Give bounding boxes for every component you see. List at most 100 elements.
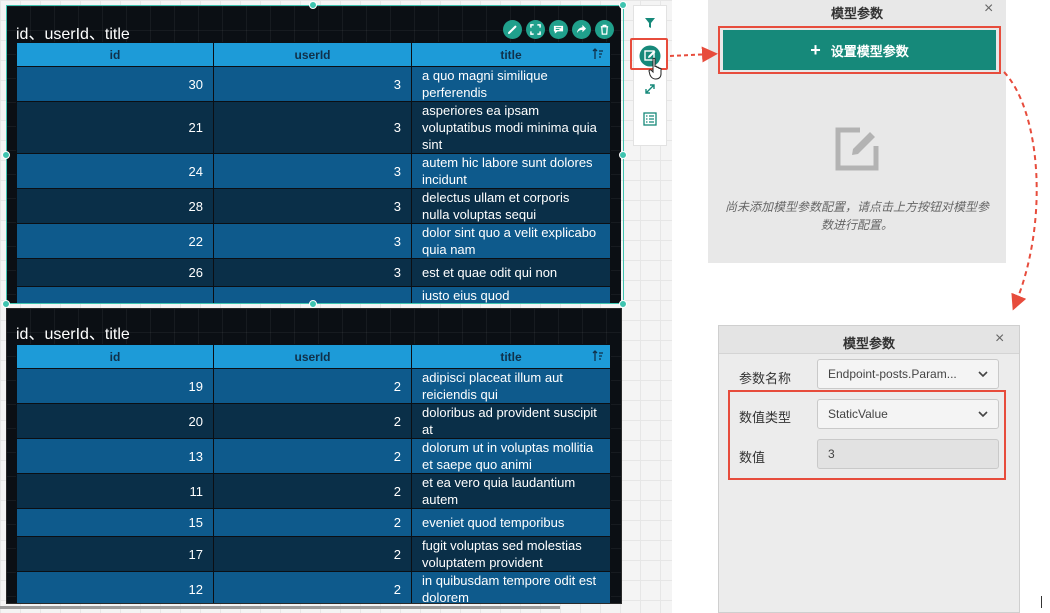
cell-id: 20 <box>16 403 214 439</box>
data-table: id userId title 30 3 a quo magni similiq… <box>16 42 611 303</box>
cell-userid: 3 <box>213 153 412 189</box>
cell-title: adipisci placeat illum aut reiciendis qu… <box>411 368 611 404</box>
cell-id: 12 <box>16 571 214 604</box>
model-params-panel: 模型参数 × + 设置模型参数 尚未添加模型参数配置，请点击上方按钮对模型参数进… <box>708 0 1006 263</box>
highlight-frame <box>718 26 1001 74</box>
empty-state-text: 尚未添加模型参数配置，请点击上方按钮对模型参数进行配置。 <box>724 200 989 232</box>
cell-title: et ea vero quia laudantium autem <box>411 473 611 509</box>
table-row[interactable]: 11 2 et ea vero quia laudantium autem <box>16 473 611 509</box>
table-row[interactable]: 19 2 adipisci placeat illum aut reiciend… <box>16 368 611 404</box>
widget-title: id、userId、title <box>16 326 130 343</box>
cell-userid: 3 <box>213 66 412 102</box>
cell-title: fugit voluptas sed molestias voluptatem … <box>411 536 611 572</box>
resize-handle-top-right[interactable] <box>619 1 627 9</box>
horizontal-scrollbar[interactable] <box>0 606 560 609</box>
resize-handle-top[interactable] <box>309 1 317 9</box>
cell-title: eveniet quod temporibus <box>411 508 611 537</box>
cell-userid: 3 <box>213 188 412 224</box>
comment-icon[interactable] <box>549 20 568 39</box>
table-row[interactable]: 20 2 doloribus ad provident suscipit at <box>16 403 611 439</box>
table-row[interactable]: 13 2 dolorum ut in voluptas mollitia et … <box>16 438 611 474</box>
share-icon[interactable] <box>572 20 591 39</box>
param-name-select[interactable]: Endpoint-posts.Param... <box>817 359 999 389</box>
cell-id: 21 <box>16 101 214 154</box>
cell-userid: 2 <box>213 403 412 439</box>
cell-id: 15 <box>16 508 214 537</box>
cell-id: 24 <box>16 153 214 189</box>
cell-id: 13 <box>16 438 214 474</box>
column-header-title[interactable]: title <box>411 344 611 369</box>
expand-icon[interactable] <box>526 20 545 39</box>
table-row[interactable]: 21 3 asperiores ea ipsam voluptatibus mo… <box>16 101 611 154</box>
cell-id: 30 <box>16 66 214 102</box>
table-row[interactable]: 22 3 dolor sint quo a velit explicabo qu… <box>16 223 611 259</box>
resize-handle-left[interactable] <box>2 151 10 159</box>
column-header-title[interactable]: title <box>411 42 611 67</box>
panel-title: 模型参数 <box>830 6 883 21</box>
cell-title: est et quae odit qui non <box>411 258 611 287</box>
highlight-frame <box>728 390 1006 480</box>
cell-id: 26 <box>16 258 214 287</box>
resize-handle-right[interactable] <box>619 151 627 159</box>
resize-handle-bottom-right[interactable] <box>619 300 627 308</box>
cell-userid: 3 <box>213 101 412 154</box>
data-table: id userId title 19 2 adipisci placeat il… <box>16 344 611 604</box>
cell-title: dolor sint quo a velit explicabo quia na… <box>411 223 611 259</box>
close-icon[interactable]: × <box>995 330 1004 348</box>
cell-id: 19 <box>16 368 214 404</box>
table-row[interactable]: 12 2 in quibusdam tempore odit est dolor… <box>16 571 611 604</box>
table-header-row: id userId title <box>16 42 611 67</box>
panel-header: 模型参数 × <box>719 326 1019 354</box>
table-row[interactable]: 15 2 eveniet quod temporibus <box>16 508 611 537</box>
cell-userid: 2 <box>213 571 412 604</box>
cell-userid: 3 <box>213 258 412 287</box>
cell-title: delectus ullam et corporis nulla volupta… <box>411 188 611 224</box>
trash-icon[interactable] <box>595 20 614 39</box>
column-header-title-label: title <box>500 349 522 364</box>
close-icon[interactable]: × <box>984 0 993 18</box>
table-row[interactable]: 17 2 fugit voluptas sed molestias volupt… <box>16 536 611 572</box>
table-widget-2[interactable]: id、userId、title id userId title 19 2 adi… <box>6 308 621 604</box>
column-header-id[interactable]: id <box>16 42 214 67</box>
cell-id <box>16 286 214 303</box>
cell-userid: 3 <box>213 223 412 259</box>
cell-id: 11 <box>16 473 214 509</box>
sort-icon[interactable] <box>592 48 604 60</box>
cell-title: doloribus ad provident suscipit at <box>411 403 611 439</box>
text-cursor <box>1041 596 1042 608</box>
table-row[interactable]: 28 3 delectus ullam et corporis nulla vo… <box>16 188 611 224</box>
filter-icon[interactable] <box>634 8 666 38</box>
cell-userid: 2 <box>213 473 412 509</box>
resize-handle-bottom[interactable] <box>309 300 317 308</box>
cell-title: autem hic labore sunt dolores incidunt <box>411 153 611 189</box>
sort-icon[interactable] <box>592 350 604 362</box>
param-name-value: Endpoint-posts.Param... <box>828 367 957 381</box>
table-row[interactable]: 26 3 est et quae odit qui non <box>16 258 611 287</box>
resize-handle-bottom-left[interactable] <box>2 300 10 308</box>
column-header-userid[interactable]: userId <box>213 344 412 369</box>
cell-userid: 2 <box>213 536 412 572</box>
column-header-title-label: title <box>500 47 522 62</box>
cell-id: 22 <box>16 223 214 259</box>
pencil-icon[interactable] <box>503 20 522 39</box>
cell-id: 28 <box>16 188 214 224</box>
cell-title: iusto eius quod <box>411 286 611 303</box>
column-header-userid[interactable]: userId <box>213 42 412 67</box>
table-row[interactable]: 30 3 a quo magni similique perferendis <box>16 66 611 102</box>
table-widget-1[interactable]: id、userId、title id userId title 30 3 a q… <box>6 6 621 303</box>
widget-title: id、userId、title <box>16 26 130 43</box>
edit-placeholder-icon <box>835 127 879 171</box>
list-icon[interactable] <box>634 104 666 134</box>
cell-id: 17 <box>16 536 214 572</box>
cell-title: dolorum ut in voluptas mollitia et saepe… <box>411 438 611 474</box>
cursor-hand-icon <box>648 57 662 80</box>
cell-userid: 2 <box>213 438 412 474</box>
widget-toolbar <box>503 20 614 39</box>
chevron-down-icon <box>978 371 988 378</box>
cell-title: a quo magni similique perferendis <box>411 66 611 102</box>
table-header-row: id userId title <box>16 344 611 369</box>
column-header-id[interactable]: id <box>16 344 214 369</box>
cell-userid: 2 <box>213 368 412 404</box>
table-row[interactable]: 24 3 autem hic labore sunt dolores incid… <box>16 153 611 189</box>
cell-userid: 2 <box>213 508 412 537</box>
